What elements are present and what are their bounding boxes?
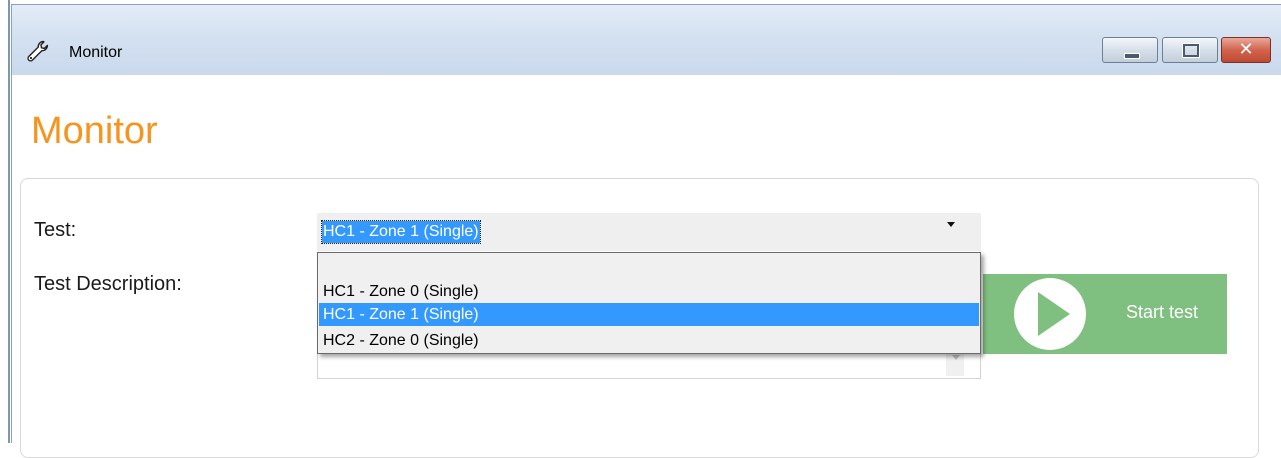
- minimize-button[interactable]: [1102, 37, 1158, 63]
- test-label: Test:: [34, 219, 77, 241]
- dropdown-option[interactable]: HC2 - Zone 0 (Single): [319, 329, 979, 352]
- scroll-down-icon[interactable]: [952, 355, 960, 360]
- title-bar[interactable]: Monitor ✕: [12, 5, 1281, 75]
- minimize-icon: [1124, 53, 1140, 59]
- chevron-down-icon[interactable]: [947, 222, 955, 227]
- maximize-icon: [1182, 43, 1200, 58]
- wrench-icon: [27, 40, 49, 62]
- test-dropdown-list[interactable]: HC1 - Zone 0 (Single) HC1 - Zone 1 (Sing…: [317, 252, 981, 354]
- close-button[interactable]: ✕: [1221, 37, 1271, 63]
- maximize-button[interactable]: [1162, 37, 1218, 63]
- page-title: Monitor: [31, 110, 158, 152]
- test-select-value: HC1 - Zone 1 (Single): [321, 220, 481, 244]
- start-test-button[interactable]: Start test: [983, 274, 1227, 354]
- test-select[interactable]: HC1 - Zone 1 (Single): [317, 213, 981, 251]
- window-title: Monitor: [69, 44, 123, 61]
- dropdown-option[interactable]: HC1 - Zone 0 (Single): [319, 280, 979, 303]
- test-description-label: Test Description:: [34, 273, 182, 295]
- play-circle: [1014, 278, 1086, 350]
- close-icon: ✕: [1238, 39, 1254, 60]
- start-test-label: Start test: [1126, 302, 1199, 322]
- play-icon: [1038, 292, 1070, 336]
- left-edge-border: [8, 0, 10, 443]
- dropdown-option-selected[interactable]: HC1 - Zone 1 (Single): [319, 303, 979, 326]
